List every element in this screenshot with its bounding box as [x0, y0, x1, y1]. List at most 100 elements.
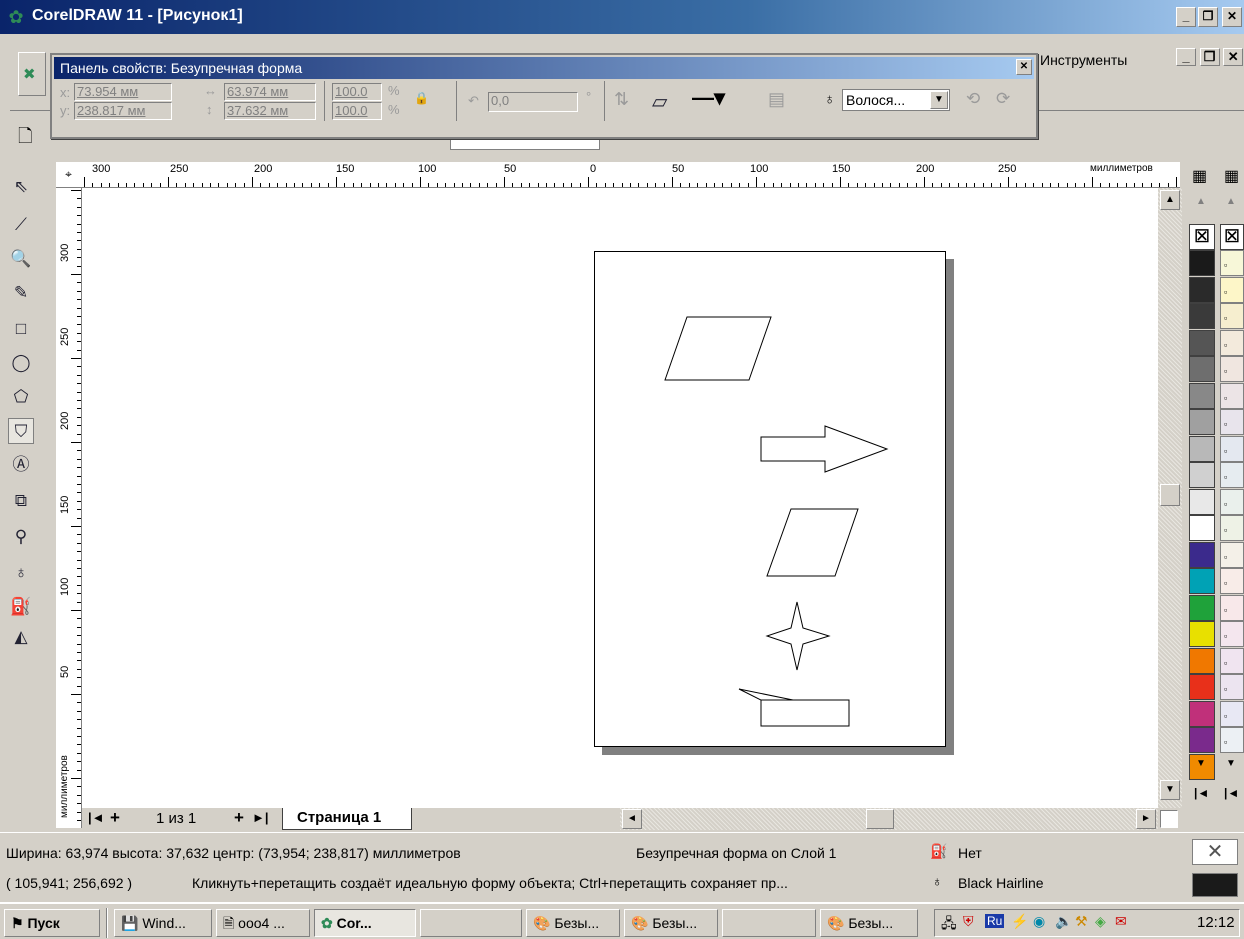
color-swatch[interactable] — [1189, 409, 1215, 435]
perfect-shapes-tool-icon[interactable]: ⛉ — [8, 418, 34, 444]
color-swatch-secondary[interactable]: ▫ — [1220, 382, 1244, 409]
minimize-button[interactable]: _ — [1176, 7, 1196, 27]
color-swatch[interactable] — [1189, 488, 1215, 515]
add-page-after-button[interactable]: + — [234, 808, 244, 828]
interactive-fill-tool-icon[interactable]: ◭ — [8, 624, 34, 650]
wrap-text-icon[interactable]: ▤ — [768, 89, 785, 110]
color-swatch[interactable] — [1189, 674, 1215, 700]
color-swatch-secondary[interactable]: ▫ — [1220, 356, 1244, 382]
tab-page-1[interactable]: Страница 1 — [282, 808, 412, 830]
scale-y-field[interactable]: 100.0 — [332, 102, 382, 120]
color-swatch[interactable] — [1189, 700, 1215, 727]
fill-tool-icon[interactable]: ⛽ — [8, 594, 34, 620]
color-swatch[interactable] — [1189, 250, 1215, 276]
ruler-origin-icon[interactable]: ⌖ — [56, 162, 82, 188]
color-swatch[interactable] — [1189, 621, 1215, 647]
palette-scroll-down-icon[interactable]: ▼ — [1196, 758, 1206, 769]
color-swatch[interactable] — [1189, 356, 1215, 382]
color-swatch-secondary[interactable]: ▫ — [1220, 515, 1244, 541]
tools-tray-icon[interactable]: ⚒ — [1075, 913, 1088, 930]
palette-scroll-up-icon[interactable]: ▲ — [1196, 196, 1206, 207]
palette-scroll-up-icon-2[interactable]: ▲ — [1226, 196, 1236, 207]
convert-outline-icon[interactable]: ⟳ — [996, 89, 1010, 109]
view-navigator-icon[interactable] — [1160, 810, 1178, 828]
palette-end-icon[interactable]: |◄ — [1194, 786, 1209, 800]
color-swatch-secondary[interactable]: ▫ — [1220, 541, 1244, 568]
media-icon[interactable]: ◉ — [1033, 913, 1045, 930]
color-swatch[interactable] — [1189, 435, 1215, 462]
color-swatch-secondary[interactable]: ▫ — [1220, 462, 1244, 488]
color-swatch[interactable] — [1189, 647, 1215, 674]
vertical-ruler[interactable]: 300 250 200 150 100 50 миллиметров — [56, 188, 82, 828]
taskbar-item[interactable] — [722, 909, 816, 937]
mirror-icon[interactable]: ⇅ — [614, 89, 629, 110]
arrow-shape[interactable] — [760, 425, 889, 473]
network-icon[interactable]: 🖧 — [941, 913, 957, 937]
scroll-down-icon[interactable]: ▼ — [1160, 780, 1180, 800]
color-swatch[interactable] — [1189, 541, 1215, 568]
color-swatch[interactable] — [1189, 303, 1215, 329]
color-swatch-secondary[interactable]: ▫ — [1220, 727, 1244, 753]
color-swatch-secondary[interactable]: ▫ — [1220, 700, 1244, 727]
skew-shape-icon[interactable]: ▱ — [652, 89, 667, 114]
monitor-tray-icon[interactable]: ◈ — [1095, 913, 1106, 930]
vertical-scrollbar[interactable]: ▲ ▼ — [1158, 188, 1182, 808]
chevron-down-icon[interactable]: ▼ — [930, 91, 948, 109]
drawing-canvas[interactable] — [82, 188, 1158, 808]
close-button[interactable]: ✕ — [1222, 7, 1242, 27]
color-swatch-secondary[interactable]: ▫ — [1220, 276, 1244, 303]
property-bar-close-button[interactable]: ✕ — [1016, 59, 1032, 75]
last-page-button[interactable]: ►| — [252, 810, 269, 825]
horizontal-scrollbar[interactable]: ◄ ► — [620, 808, 1158, 830]
color-swatch-secondary[interactable]: ▫ — [1220, 303, 1244, 329]
rectangle-tool-icon[interactable]: □ — [8, 316, 34, 342]
palette-end-icon-2[interactable]: |◄ — [1224, 786, 1239, 800]
text-tool-icon[interactable]: Ⓐ — [8, 452, 34, 478]
color-swatch-secondary[interactable]: ▫ — [1220, 647, 1244, 674]
color-swatch[interactable] — [1189, 329, 1215, 356]
lock-ratio-icon[interactable]: 🔒 — [414, 91, 429, 105]
color-swatch-secondary[interactable]: ▫ — [1220, 329, 1244, 356]
palette-options-icon-2[interactable]: ▦ — [1224, 166, 1239, 186]
palette-options-icon[interactable]: ▦ — [1192, 166, 1207, 186]
convert-to-curves-icon[interactable]: ⟲ — [966, 89, 980, 109]
interactive-blend-tool-icon[interactable]: ⧉ — [8, 488, 34, 514]
color-swatch[interactable] — [1189, 568, 1215, 594]
y-position-field[interactable]: 238.817 мм — [74, 102, 172, 120]
color-swatch-secondary[interactable]: ▫ — [1220, 250, 1244, 276]
coreldraw-balloon-icon[interactable]: ✿ — [6, 7, 26, 27]
color-swatch[interactable] — [1189, 515, 1215, 541]
color-swatch[interactable] — [1189, 462, 1215, 488]
horizontal-scroll-thumb[interactable] — [866, 809, 894, 829]
pick-tool-icon[interactable]: ⇖ — [8, 174, 34, 200]
palette-scroll-down-icon-2[interactable]: ▼ — [1226, 758, 1236, 769]
restore-button[interactable]: ❐ — [1198, 7, 1218, 27]
freehand-tool-icon[interactable]: ✎ — [8, 280, 34, 306]
start-button[interactable]: ⚑ Пуск — [4, 909, 100, 937]
color-swatch-secondary[interactable]: ▫ — [1220, 594, 1244, 621]
no-fill-swatch[interactable]: ⊠ — [1189, 224, 1215, 250]
height-field[interactable]: 37.632 мм — [224, 102, 316, 120]
color-swatch[interactable] — [1189, 382, 1215, 409]
rotation-field[interactable]: 0,0 — [488, 92, 578, 112]
color-swatch[interactable] — [1189, 727, 1215, 753]
zoom-tool-icon[interactable]: 🔍 — [8, 246, 34, 272]
color-swatch-secondary[interactable]: ▫ — [1220, 435, 1244, 462]
antivirus-icon[interactable]: ⛨ — [963, 913, 974, 930]
color-swatch[interactable] — [1189, 594, 1215, 621]
scroll-up-icon[interactable]: ▲ — [1160, 190, 1180, 210]
scale-x-field[interactable]: 100.0 — [332, 83, 382, 101]
menu-tools[interactable]: Инструменты — [1040, 52, 1127, 68]
scroll-right-icon[interactable]: ► — [1136, 809, 1156, 829]
color-swatch-secondary[interactable]: ▫ — [1220, 568, 1244, 594]
new-document-icon[interactable]: 🗋 — [18, 124, 48, 152]
color-swatch-secondary[interactable]: ▫ — [1220, 674, 1244, 700]
no-fill-swatch-2[interactable]: ⊠ — [1220, 224, 1244, 250]
language-indicator[interactable]: Ru — [985, 914, 1005, 928]
taskbar-item[interactable]: 🗎 ооо4 ... — [216, 909, 310, 937]
color-swatch-secondary[interactable]: ▫ — [1220, 621, 1244, 647]
outline-tool-icon[interactable]: ♁ — [8, 560, 34, 586]
color-swatch-secondary[interactable]: ▫ — [1220, 488, 1244, 515]
width-field[interactable]: 63.974 мм — [224, 83, 316, 101]
taskbar-item[interactable]: 🎨 Безы... — [526, 909, 620, 937]
